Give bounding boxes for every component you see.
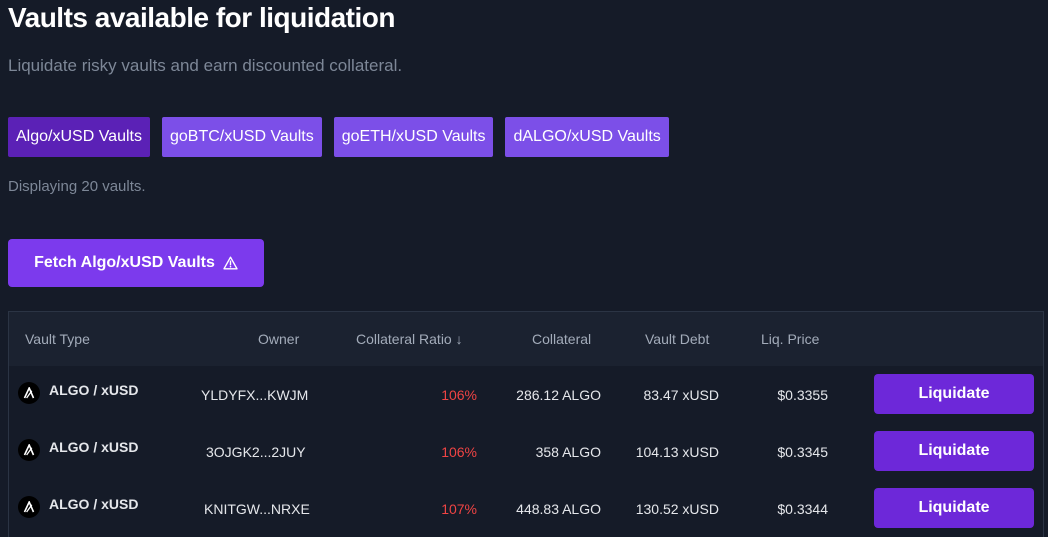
collateral-ratio-value: 106% [441, 387, 477, 403]
table-row: ALGO / xUSD YLDYFX...KWJM 106% 286.12 AL… [9, 366, 1043, 424]
vault-debt-value: 130.52 xUSD [635, 501, 719, 517]
vault-debt-value: 83.47 xUSD [643, 387, 719, 403]
col-owner[interactable]: Owner [258, 331, 299, 347]
page-title: Vaults available for liquidation [8, 2, 395, 33]
col-vault-type[interactable]: Vault Type [25, 331, 90, 347]
fetch-vaults-button[interactable]: Fetch Algo/xUSD Vaults [8, 239, 264, 287]
col-collateral[interactable]: Collateral [532, 331, 591, 347]
liq-price-value: $0.3345 [777, 444, 828, 460]
col-collateral-ratio[interactable]: Collateral Ratio ↓ [356, 331, 463, 347]
vault-type-cell: ALGO / xUSD [18, 382, 138, 404]
tab-goeth-xusd-vaults[interactable]: goETH/xUSD Vaults [333, 117, 494, 157]
vault-type-cell: ALGO / xUSD [18, 439, 138, 461]
vault-debt-value: 104.13 xUSD [635, 444, 719, 460]
liquidate-button[interactable]: Liquidate [874, 431, 1034, 471]
vault-tabs: Algo/xUSD Vaults goBTC/xUSD Vaults goETH… [8, 117, 669, 157]
liquidate-button[interactable]: Liquidate [874, 488, 1034, 528]
page-subtitle: Liquidate risky vaults and earn discount… [8, 56, 403, 75]
table-header: Vault Type Owner Collateral Ratio ↓ Coll… [9, 312, 1043, 367]
liquidation-page: Vaults available for liquidation Liquida… [0, 0, 1048, 537]
col-liq-price[interactable]: Liq. Price [761, 331, 819, 347]
fetch-vaults-label: Fetch Algo/xUSD Vaults [34, 254, 215, 271]
owner-address: KNITGW...NRXE [204, 501, 310, 517]
collateral-value: 358 ALGO [535, 444, 601, 460]
vault-type-label: ALGO / xUSD [49, 496, 139, 512]
collateral-value: 286.12 ALGO [516, 387, 601, 403]
collateral-value: 448.83 ALGO [516, 501, 601, 517]
tab-algo-xusd-vaults[interactable]: Algo/xUSD Vaults [8, 117, 150, 157]
liq-price-value: $0.3344 [777, 501, 828, 517]
owner-address: 3OJGK2...2JUY [206, 444, 306, 460]
tab-dalgo-xusd-vaults[interactable]: dALGO/xUSD Vaults [505, 117, 669, 157]
collateral-ratio-value: 107% [441, 501, 477, 517]
algorand-logo-icon [18, 496, 40, 518]
col-vault-debt[interactable]: Vault Debt [645, 331, 709, 347]
vault-count-text: Displaying 20 vaults. [8, 178, 146, 195]
vault-type-label: ALGO / xUSD [49, 382, 139, 398]
liquidate-button[interactable]: Liquidate [874, 374, 1034, 414]
collateral-ratio-value: 106% [441, 444, 477, 460]
algorand-logo-icon [18, 382, 40, 404]
vault-type-label: ALGO / xUSD [49, 439, 139, 455]
vault-type-cell: ALGO / xUSD [18, 496, 138, 518]
vaults-table: Vault Type Owner Collateral Ratio ↓ Coll… [8, 311, 1044, 537]
algorand-logo-icon [18, 439, 40, 461]
owner-address: YLDYFX...KWJM [201, 387, 309, 403]
table-row: ALGO / xUSD 3OJGK2...2JUY 106% 358 ALGO … [9, 423, 1043, 481]
liq-price-value: $0.3355 [777, 387, 828, 403]
tab-gobtc-xusd-vaults[interactable]: goBTC/xUSD Vaults [161, 117, 322, 157]
table-row: ALGO / xUSD KNITGW...NRXE 107% 448.83 AL… [9, 480, 1043, 537]
warning-triangle-icon [223, 256, 238, 270]
